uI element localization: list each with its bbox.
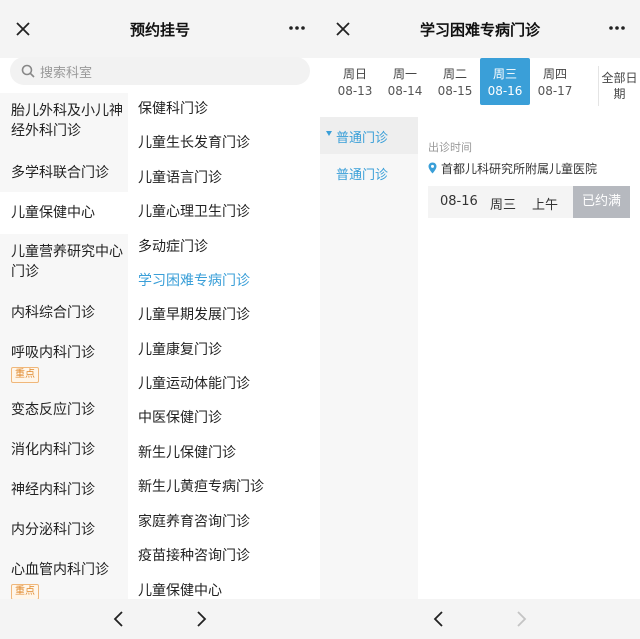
category-label: 消化内科门诊 xyxy=(11,442,95,458)
date-tab[interactable]: 周四 08-17 xyxy=(530,58,580,105)
category-item[interactable]: 内科综合门诊 xyxy=(0,303,128,323)
location-row: 首都儿科研究所附属儿童医院 xyxy=(428,160,597,177)
department-panel: 预约挂号 搜索科室 胎儿外科及小儿神经外科门诊 多学科联合门诊 儿童保健中心 儿… xyxy=(0,0,320,639)
date-day: 08-14 xyxy=(387,84,423,98)
department-item[interactable]: 儿童生长发育门诊 xyxy=(138,133,250,153)
category-label: 多学科联合门诊 xyxy=(11,165,109,181)
schedule-content: 出诊时间 首都儿科研究所附属儿童医院 08-16 周三 上午 已约满 xyxy=(418,117,640,599)
category-item-active[interactable]: 儿童保健中心 xyxy=(0,192,128,234)
category-label: 变态反应门诊 xyxy=(11,402,95,418)
category-item[interactable]: 心血管内科门诊 重点 xyxy=(0,560,128,600)
key-badge: 重点 xyxy=(11,367,39,383)
category-item[interactable]: 消化内科门诊 xyxy=(0,440,128,460)
date-day: 08-15 xyxy=(437,84,473,98)
category-item[interactable]: 胎儿外科及小儿神经外科门诊 xyxy=(0,101,128,141)
category-label: 儿童营养研究中心门诊 xyxy=(11,244,123,280)
department-item[interactable]: 多动症门诊 xyxy=(138,237,208,257)
page-title: 预约挂号 xyxy=(129,21,190,39)
clinic-type-header-label: 普通门诊 xyxy=(336,131,389,146)
search-icon xyxy=(21,64,35,78)
department-item[interactable]: 儿童康复门诊 xyxy=(138,340,222,360)
category-item[interactable]: 神经内科门诊 xyxy=(0,480,128,500)
category-label: 神经内科门诊 xyxy=(11,482,95,498)
back-arrow-icon[interactable] xyxy=(432,609,446,629)
slot-week: 周三 xyxy=(490,198,517,213)
back-arrow-icon[interactable] xyxy=(112,609,126,629)
department-item-active[interactable]: 学习困难专病门诊 xyxy=(138,271,250,291)
more-icon[interactable] xyxy=(608,22,626,34)
forward-arrow-icon[interactable] xyxy=(194,609,208,629)
department-item[interactable]: 新生儿黄疸专病门诊 xyxy=(138,477,264,497)
slot-date: 08-16 xyxy=(440,194,478,209)
department-item[interactable]: 儿童语言门诊 xyxy=(138,168,222,188)
date-week: 周二 xyxy=(442,67,467,81)
schedule-slot[interactable]: 08-16 周三 上午 已约满 xyxy=(428,186,630,218)
category-item[interactable]: 内分泌科门诊 xyxy=(0,520,128,540)
category-label: 呼吸内科门诊 xyxy=(11,345,95,361)
category-label: 儿童保健中心 xyxy=(11,205,95,221)
department-item[interactable]: 家庭养育咨询门诊 xyxy=(138,512,250,532)
clinic-time-label: 出诊时间 xyxy=(428,141,472,154)
department-item[interactable]: 儿童早期发展门诊 xyxy=(138,305,250,325)
department-item[interactable]: 儿童保健中心 xyxy=(138,581,222,601)
clinic-type-list: 普通门诊 普通门诊 xyxy=(320,117,418,599)
category-label: 胎儿外科及小儿神经外科门诊 xyxy=(11,103,123,139)
department-item[interactable]: 保健科门诊 xyxy=(138,99,208,119)
all-dates-button[interactable]: 全部日期 xyxy=(598,66,640,106)
more-icon[interactable] xyxy=(288,22,306,34)
date-week: 周三 xyxy=(492,67,517,81)
location-text: 首都儿科研究所附属儿童医院 xyxy=(441,162,598,176)
date-tab[interactable]: 周二 08-15 xyxy=(430,58,480,105)
forward-arrow-icon xyxy=(517,611,527,627)
department-item[interactable]: 儿童运动体能门诊 xyxy=(138,374,250,394)
category-item[interactable]: 儿童营养研究中心门诊 xyxy=(0,242,128,282)
date-day: 08-17 xyxy=(537,84,573,98)
clinic-type-header[interactable]: 普通门诊 xyxy=(320,117,418,154)
category-label: 内分泌科门诊 xyxy=(11,522,95,538)
date-selector: 周日 08-13 周一 08-14 周二 08-15 周三 08-16 周四 0… xyxy=(320,58,640,116)
right-bottom-bar xyxy=(320,599,640,639)
search-input[interactable]: 搜索科室 xyxy=(10,57,310,85)
department-item[interactable]: 疫苗接种咨询门诊 xyxy=(138,546,250,566)
date-day: 08-13 xyxy=(337,84,373,98)
department-item[interactable]: 中医保健门诊 xyxy=(138,408,222,428)
date-week: 周四 xyxy=(542,67,567,81)
schedule-panel: 学习困难专病门诊 周日 08-13 周一 08-14 周二 08-15 周三 0… xyxy=(320,0,640,639)
search-placeholder: 搜索科室 xyxy=(40,66,93,81)
date-week: 周一 xyxy=(392,67,417,81)
date-week: 周日 xyxy=(342,67,367,81)
category-list: 胎儿外科及小儿神经外科门诊 多学科联合门诊 儿童保健中心 儿童营养研究中心门诊 … xyxy=(0,93,128,600)
department-item[interactable]: 新生儿保健门诊 xyxy=(138,443,236,463)
department-item[interactable]: 儿童心理卫生门诊 xyxy=(138,202,250,222)
category-item[interactable]: 多学科联合门诊 xyxy=(0,163,128,183)
clinic-type-item[interactable]: 普通门诊 xyxy=(336,164,388,183)
date-tab[interactable]: 周一 08-14 xyxy=(380,58,430,105)
slot-period: 上午 xyxy=(532,198,559,213)
category-item[interactable]: 变态反应门诊 xyxy=(0,400,128,420)
triangle-down-icon xyxy=(326,131,332,136)
date-tab-active[interactable]: 周三 08-16 xyxy=(480,58,530,105)
date-day: 08-16 xyxy=(487,84,523,98)
category-item[interactable]: 呼吸内科门诊 重点 xyxy=(0,343,128,383)
location-pin-icon xyxy=(428,162,437,174)
department-list: 保健科门诊 儿童生长发育门诊 儿童语言门诊 儿童心理卫生门诊 多动症门诊 学习困… xyxy=(128,93,320,599)
right-title-bar: 学习困难专病门诊 xyxy=(320,0,640,58)
page-title: 学习困难专病门诊 xyxy=(419,21,540,39)
category-label: 内科综合门诊 xyxy=(11,305,95,321)
key-badge: 重点 xyxy=(11,584,39,600)
slot-status-full: 已约满 xyxy=(573,186,630,218)
left-title-bar: 预约挂号 xyxy=(0,0,320,58)
date-tab[interactable]: 周日 08-13 xyxy=(330,58,380,105)
category-label: 心血管内科门诊 xyxy=(11,562,109,578)
left-bottom-bar xyxy=(0,599,320,639)
